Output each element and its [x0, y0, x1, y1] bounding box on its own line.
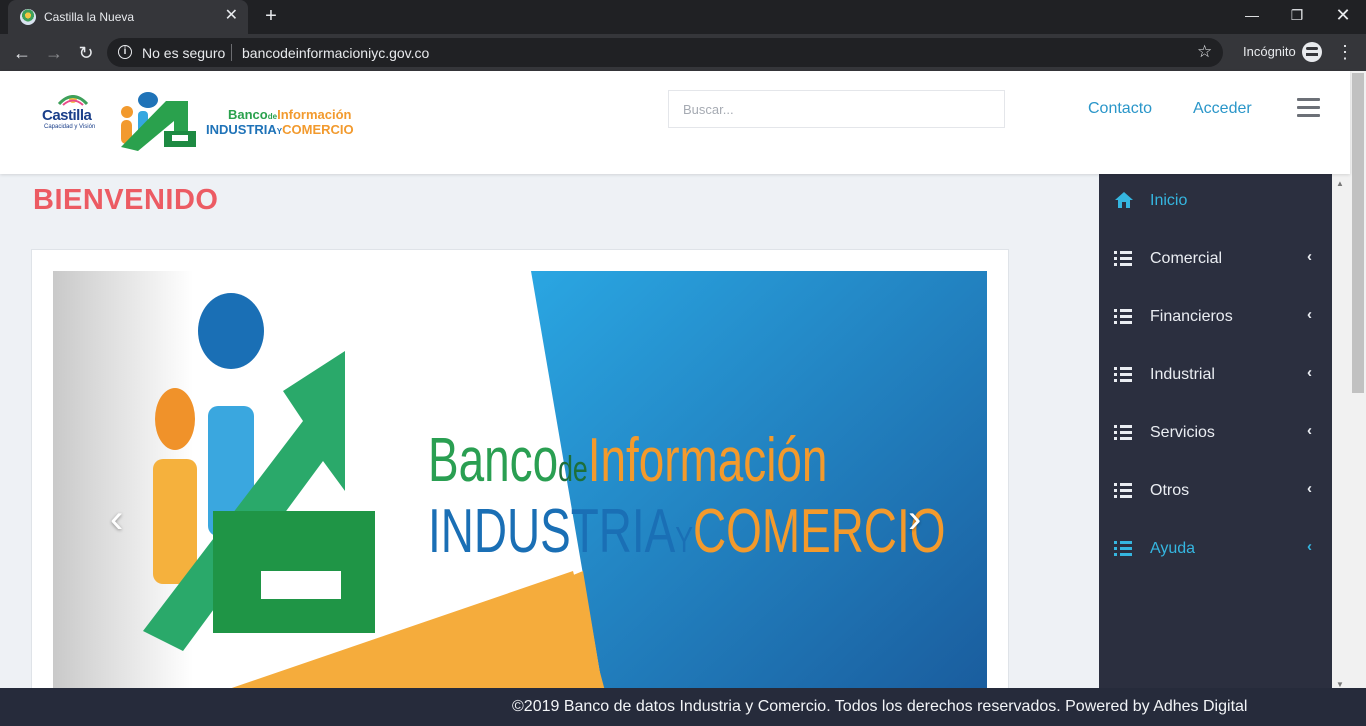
sidebar-item-label: Comercial [1150, 250, 1223, 267]
chevron-left-icon: ‹ [1307, 480, 1312, 497]
list-icon [1114, 249, 1134, 267]
castilla-logo[interactable]: Castilla Capacidad y Visión [42, 91, 104, 141]
sidebar-item-financieros[interactable]: Financieros ‹ [1099, 290, 1332, 348]
castilla-sun-icon [57, 95, 89, 106]
tab-title: Castilla la Nueva [44, 10, 135, 24]
sidebar-item-ayuda[interactable]: Ayuda ‹ [1099, 522, 1332, 580]
back-arrow-icon[interactable]: ← [9, 40, 35, 66]
banco-logo-line1: BancodeInformación [228, 107, 352, 122]
banner-carousel[interactable]: BancodeInformación INDUSTRIAYCOMERCIO ‹ … [53, 271, 987, 691]
new-tab-button[interactable]: + [260, 5, 282, 27]
sidebar-item-inicio[interactable]: Inicio [1099, 174, 1332, 232]
browser-toolbar: ← → ↻ i No es seguro bancodeinformacioni… [0, 34, 1366, 71]
sidebar-item-industrial[interactable]: Industrial ‹ [1099, 348, 1332, 406]
site-info-icon[interactable]: i [118, 45, 132, 59]
carousel-next-chevron-icon[interactable]: › [908, 499, 921, 539]
page-viewport: Castilla Capacidad y Visión BancodeInfor… [0, 71, 1366, 726]
hamburger-menu-icon[interactable] [1297, 98, 1320, 118]
home-icon [1115, 192, 1133, 208]
acceder-link[interactable]: Acceder [1193, 100, 1252, 118]
security-status[interactable]: No es seguro [142, 45, 225, 61]
slide-title-line1: BancodeInformación [428, 426, 828, 495]
carousel-slide-title: BancodeInformación INDUSTRIAYCOMERCIO [428, 429, 945, 571]
site-favicon-icon [20, 9, 36, 25]
browser-tabstrip: Castilla la Nueva ✕ + — ❐ ✕ [0, 0, 1366, 34]
slide-title-line2: INDUSTRIAYCOMERCIO [428, 497, 946, 566]
sidebar-item-label: Otros [1150, 482, 1190, 499]
tab-close-icon[interactable]: ✕ [225, 7, 238, 25]
sidebar-menu: Inicio Comercial ‹ Financieros ‹ Industr… [1099, 174, 1332, 689]
search-input[interactable] [668, 90, 1005, 128]
contacto-link[interactable]: Contacto [1088, 100, 1152, 118]
browser-menu-icon[interactable]: ⋮ [1336, 42, 1354, 62]
chevron-left-icon: ‹ [1307, 248, 1312, 265]
window-minimize-button[interactable]: — [1229, 0, 1275, 30]
window-close-button[interactable]: ✕ [1320, 0, 1366, 30]
list-icon [1114, 365, 1134, 383]
address-url[interactable]: bancodeinformacioniyc.gov.co [242, 45, 429, 61]
carousel-card: BancodeInformación INDUSTRIAYCOMERCIO ‹ … [31, 249, 1009, 709]
list-icon [1114, 539, 1134, 557]
sidebar-item-comercial[interactable]: Comercial ‹ [1099, 232, 1332, 290]
window-restore-button[interactable]: ❐ [1274, 0, 1320, 30]
incognito-label: Incógnito [1243, 44, 1296, 59]
site-header: Castilla Capacidad y Visión BancodeInfor… [0, 71, 1350, 174]
carousel-prev-chevron-icon[interactable]: ‹ [110, 499, 123, 539]
sidebar-item-label: Industrial [1150, 366, 1215, 383]
sidebar-item-label: Ayuda [1150, 540, 1196, 557]
address-divider [231, 44, 232, 61]
reload-icon[interactable]: ↻ [73, 40, 99, 66]
list-icon [1114, 307, 1134, 325]
address-bar[interactable]: i No es seguro bancodeinformacioniyc.gov… [107, 38, 1223, 67]
sidebar-item-otros[interactable]: Otros ‹ [1099, 464, 1332, 522]
chevron-left-icon: ‹ [1307, 306, 1312, 323]
banco-logo-icon [121, 92, 196, 151]
chevron-left-icon: ‹ [1307, 422, 1312, 439]
castilla-logo-subtext: Capacidad y Visión [44, 124, 96, 130]
sidebar-scrollbar[interactable] [1332, 174, 1350, 689]
banco-logo[interactable]: BancodeInformación INDUSTRIAYCOMERCIO [118, 91, 408, 151]
sidebar-item-label: Inicio [1150, 192, 1188, 209]
browser-tab[interactable]: Castilla la Nueva ✕ [8, 0, 248, 34]
list-icon [1114, 423, 1134, 441]
sidebar-item-label: Financieros [1150, 308, 1233, 325]
list-icon [1114, 481, 1134, 499]
site-footer: ©2019 Banco de datos Industria y Comerci… [0, 688, 1366, 726]
page-scrollbar-thumb[interactable] [1352, 73, 1364, 393]
footer-copyright: ©2019 Banco de datos Industria y Comerci… [512, 698, 1248, 715]
banco-logo-line2: INDUSTRIAYCOMERCIO [206, 122, 354, 137]
bookmark-star-icon[interactable]: ☆ [1197, 42, 1212, 62]
castilla-logo-text: Castilla [42, 107, 92, 124]
chevron-left-icon: ‹ [1307, 364, 1312, 381]
page-title: BIENVENIDO [33, 184, 219, 216]
incognito-icon[interactable] [1302, 42, 1322, 62]
forward-arrow-icon[interactable]: → [41, 40, 67, 66]
sidebar-item-label: Servicios [1150, 424, 1215, 441]
sidebar-item-servicios[interactable]: Servicios ‹ [1099, 406, 1332, 464]
chevron-left-icon: ‹ [1307, 538, 1312, 555]
scroll-up-arrow-icon[interactable]: ▲ [1336, 179, 1344, 188]
